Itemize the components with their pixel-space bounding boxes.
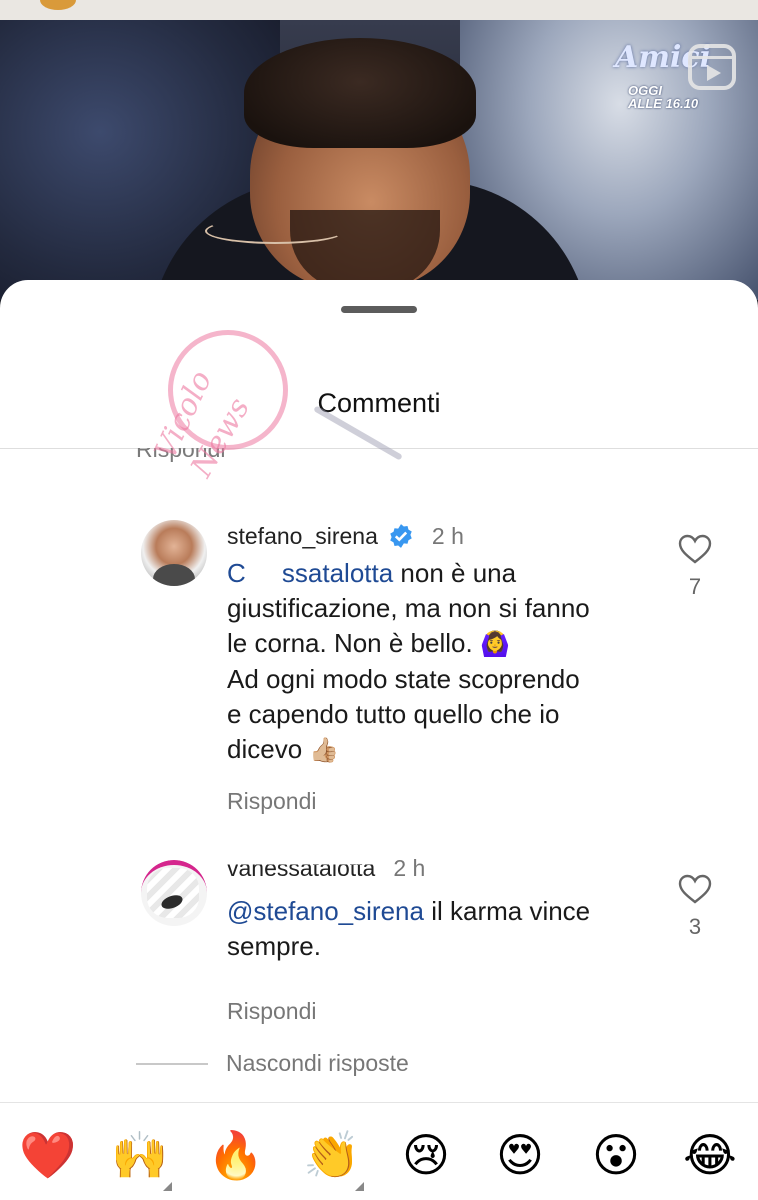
username[interactable]: vanessatalotta [227, 865, 375, 882]
sheet-title: Commenti [317, 388, 441, 418]
status-strip [0, 0, 758, 20]
mention-link[interactable]: @stefano_sirena [227, 896, 424, 926]
avatar[interactable] [141, 520, 207, 586]
previous-reply-link[interactable]: Rispondi [136, 448, 226, 463]
thumbs-up-icon: 👍🏼 [309, 737, 340, 764]
raising-hands-icon[interactable]: 🙌 [110, 1125, 172, 1191]
comment-time: 2 h [393, 854, 426, 881]
like-count: 7 [688, 574, 702, 599]
heart-outline-icon[interactable] [678, 534, 712, 564]
comment-header: stefano_sirena 2 h [227, 520, 464, 552]
video-person-hair [244, 38, 476, 148]
like-button[interactable]: 3 [677, 874, 713, 940]
avatar[interactable] [141, 860, 207, 926]
like-count: 3 [688, 914, 702, 939]
comment-text: C ssatalotta non è una giustificazione, … [227, 558, 590, 764]
comment-header: vanessatalotta 2 h [227, 852, 425, 884]
sheet-drag-handle[interactable] [341, 306, 417, 313]
reel-video[interactable]: Amici OGGI ALLE 16.10 [0, 0, 758, 300]
avatar-obscured [147, 868, 199, 918]
surprised-face-icon[interactable]: 😮 [586, 1125, 646, 1185]
woman-gesturing-ok-icon: 🙆‍♀️ [479, 631, 510, 658]
heart-eyes-icon[interactable]: 😍 [490, 1125, 550, 1185]
hide-replies-label: Nascondi risposte [226, 1050, 409, 1076]
heart-outline-icon[interactable] [678, 874, 712, 904]
fire-icon[interactable]: 🔥 [206, 1125, 266, 1185]
reels-icon[interactable] [688, 44, 736, 90]
profile-dot [40, 0, 76, 10]
hide-replies-line [136, 1062, 208, 1065]
verified-badge-icon [388, 523, 414, 549]
title-divider [0, 448, 758, 449]
comments-sheet: Commenti Rispondi stefano_sirena 2 h C s… [0, 280, 758, 1200]
tears-of-joy-icon[interactable]: 😂 [680, 1125, 740, 1185]
video-headset-mic [205, 218, 345, 244]
emoji-reaction-bar: ❤️ 🙌 🔥 👏 😢 😍 😮 😂 [0, 1102, 758, 1200]
clapping-hands-icon[interactable]: 👏 [302, 1125, 364, 1191]
username[interactable]: stefano_sirena [227, 523, 378, 550]
comment-text: @stefano_sirena il karma vince sempre. [227, 896, 591, 961]
heart-icon[interactable]: ❤️ [18, 1125, 78, 1185]
reply-button[interactable]: Rispondi [227, 998, 317, 1025]
show-schedule: OGGI ALLE 16.10 [628, 83, 699, 111]
like-button[interactable]: 7 [677, 534, 713, 600]
comment-time: 2 h [431, 522, 464, 549]
crying-face-icon[interactable]: 😢 [396, 1125, 456, 1185]
mention-link[interactable]: C ssatalotta [227, 558, 393, 588]
reply-button[interactable]: Rispondi [227, 788, 317, 815]
hide-replies-button[interactable]: Nascondi risposte [136, 1050, 409, 1077]
